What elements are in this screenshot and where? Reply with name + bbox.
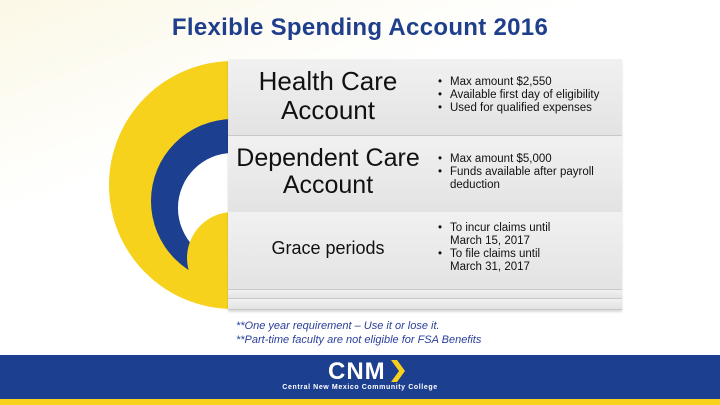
panel-spacer — [228, 290, 622, 299]
logo-chevron-icon — [391, 360, 405, 382]
bullet-item: Max amount $5,000 — [438, 153, 618, 166]
footnote-part-time: **Part-time faculty are not eligible for… — [236, 334, 482, 346]
bullet-list-dependent-care: Max amount $5,000 Funds available after … — [438, 153, 618, 192]
bullet-list-grace-periods: To incur claims until March 15, 2017 To … — [438, 222, 618, 274]
panel-spacer — [228, 299, 622, 310]
bullet-item: Used for qualified expenses — [438, 102, 618, 115]
bullet-item: To file claims until March 31, 2017 — [438, 248, 560, 274]
footer-tagline: Central New Mexico Community College — [282, 384, 438, 391]
bullet-item: Max amount $2,550 — [438, 76, 618, 89]
row-label-dependent-care: Dependent Care Account — [236, 144, 420, 199]
bullet-item: To incur claims until March 15, 2017 — [438, 222, 560, 248]
footnote-one-year: **One year requirement – Use it or lose … — [236, 320, 440, 332]
bullet-list-health-care: Max amount $2,550 Available first day of… — [438, 76, 618, 115]
bullet-item: Available first day of eligibility — [438, 89, 618, 102]
row-label-health-care: Health Care Account — [258, 66, 398, 125]
bullet-item: Funds available after payroll deduction — [438, 166, 600, 192]
row-label-grace-periods: Grace periods — [271, 238, 385, 258]
cnm-logo: CNM — [328, 358, 386, 385]
footer-stripe — [0, 399, 720, 405]
